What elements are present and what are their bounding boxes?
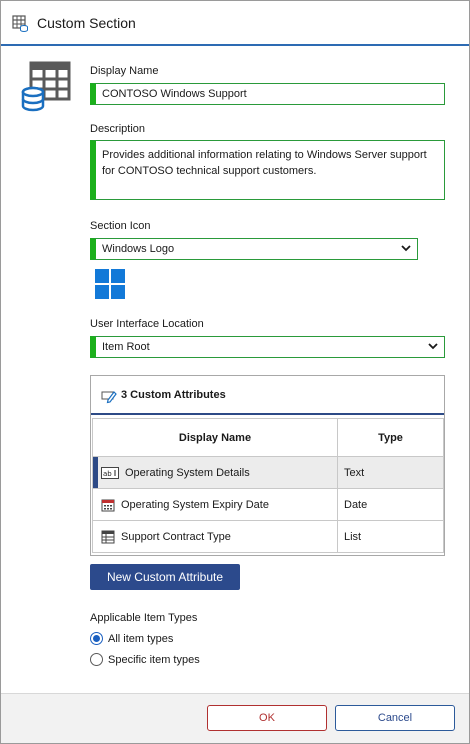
section-icon-value: Windows Logo (102, 243, 175, 255)
table-row[interactable]: Operating System Expiry Date Date (92, 488, 444, 521)
attribute-name: Support Contract Type (121, 530, 231, 543)
ui-location-value: Item Root (102, 341, 150, 353)
custom-attributes-count: 3 Custom Attributes (121, 389, 226, 401)
custom-attributes-table: Display Name Type ab Operating System De (92, 418, 444, 553)
radio-button[interactable] (90, 653, 103, 666)
description-label: Description (90, 123, 146, 135)
attribute-type: Text (337, 456, 444, 489)
custom-attributes-header: 3 Custom Attributes (91, 376, 444, 415)
title-bar: Custom Section (1, 1, 469, 46)
radio-label: All item types (108, 632, 174, 645)
radio-label: Specific item types (108, 653, 200, 666)
calendar-icon (101, 499, 115, 511)
column-header-type[interactable]: Type (337, 418, 444, 457)
description-textarea[interactable]: Provides additional information relating… (90, 140, 445, 200)
attribute-name: Operating System Expiry Date (121, 498, 269, 511)
ui-location-label: User Interface Location (90, 318, 204, 330)
svg-text:ab: ab (103, 470, 112, 478)
attribute-type: List (337, 520, 444, 553)
attribute-name: Operating System Details (125, 466, 250, 479)
applicable-item-types-label: Applicable Item Types (90, 612, 198, 624)
new-custom-attribute-button[interactable]: New Custom Attribute (90, 564, 240, 590)
radio-all-item-types[interactable]: All item types (90, 632, 173, 645)
pencil-icon (101, 391, 117, 404)
display-name-value: CONTOSO Windows Support (102, 88, 247, 100)
chevron-down-icon (428, 343, 438, 350)
cancel-button[interactable]: Cancel (335, 705, 455, 731)
section-icon-select[interactable]: Windows Logo (90, 238, 418, 260)
list-icon (101, 530, 115, 543)
section-icon-label: Section Icon (90, 220, 151, 232)
ok-button[interactable]: OK (207, 705, 327, 731)
dialog-title: Custom Section (37, 15, 136, 31)
windows-logo-icon (95, 269, 125, 299)
custom-section-dialog: Custom Section Display Name CONTOSO Wind… (0, 0, 470, 744)
radio-specific-item-types[interactable]: Specific item types (90, 653, 200, 666)
attribute-type: Date (337, 488, 444, 521)
text-field-icon: ab (101, 466, 119, 479)
ui-location-select[interactable]: Item Root (90, 336, 445, 358)
dialog-footer: OK Cancel (1, 693, 469, 743)
description-value: Provides additional information relating… (102, 149, 427, 177)
table-grid-icon (12, 15, 28, 32)
display-name-input[interactable]: CONTOSO Windows Support (90, 83, 445, 105)
display-name-label: Display Name (90, 65, 159, 77)
table-row[interactable]: ab Operating System Details Text (92, 456, 444, 489)
custom-attributes-panel: 3 Custom Attributes Display Name Type ab (90, 375, 445, 556)
table-database-icon (21, 61, 71, 112)
radio-button-selected[interactable] (90, 632, 103, 645)
chevron-down-icon (401, 245, 411, 252)
table-row[interactable]: Support Contract Type List (92, 520, 444, 553)
column-header-display-name[interactable]: Display Name (92, 418, 338, 457)
